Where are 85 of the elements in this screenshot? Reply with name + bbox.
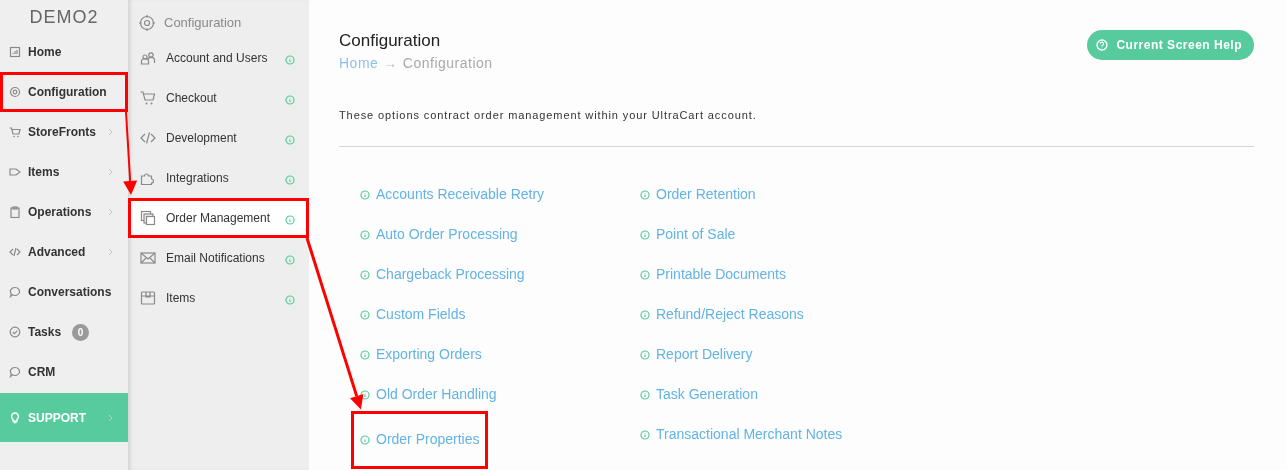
page-title: Configuration [339, 30, 442, 52]
info-icon [360, 434, 370, 445]
info-icon [285, 255, 295, 265]
config-link[interactable]: Old Order Handling [360, 374, 497, 415]
info-icon [360, 349, 370, 360]
envelope-icon [140, 250, 156, 266]
config-link[interactable]: Transactional Merchant Notes [640, 414, 843, 455]
submenu-item[interactable]: Integrations [128, 158, 309, 198]
chart-icon [9, 46, 21, 58]
sidebar-item[interactable]: Home [0, 32, 128, 72]
chat-bubble-icon [9, 366, 21, 378]
breadcrumb-separator: → [383, 54, 398, 73]
info-icon [640, 389, 650, 400]
sidebar-item[interactable]: Configuration [0, 72, 128, 112]
sidebar-item[interactable]: Items [0, 152, 128, 192]
config-link[interactable]: Custom Fields [360, 294, 466, 335]
submenu-title: Configuration [164, 14, 242, 33]
info-icon [640, 309, 650, 320]
chevron-right-icon [108, 248, 114, 256]
sidebar-item[interactable]: Conversations [0, 272, 128, 312]
cart-icon [9, 126, 21, 138]
info-icon [640, 189, 650, 200]
info-icon [640, 429, 650, 440]
submenu-item[interactable]: Order Management [128, 198, 309, 238]
info-icon [285, 215, 295, 225]
submenu-item[interactable]: Items [128, 278, 309, 318]
count-badge: 0 [72, 323, 90, 341]
description-text: These options contract order management within your UltraCart account. [339, 108, 758, 123]
sidebar-item[interactable]: CRM [0, 352, 128, 392]
box-icon [140, 290, 156, 306]
submenu-item[interactable]: Development [128, 118, 309, 158]
check-circle-icon [9, 326, 21, 338]
config-link[interactable]: Refund/Reject Reasons [640, 294, 804, 335]
config-link[interactable]: Auto Order Processing [360, 214, 518, 255]
info-icon [640, 349, 650, 360]
info-icon [360, 189, 370, 200]
settings-icon [9, 86, 21, 98]
cart-icon [140, 90, 156, 106]
puzzle-icon [140, 170, 156, 186]
chevron-right-icon [108, 168, 114, 176]
submenu-item[interactable]: Checkout [128, 78, 309, 118]
info-icon [640, 269, 650, 280]
config-link[interactable]: Task Generation [640, 374, 758, 415]
info-icon [285, 135, 295, 145]
sidebar-item[interactable]: StoreFronts [0, 112, 128, 152]
info-icon [360, 229, 370, 240]
info-icon [360, 269, 370, 280]
config-link[interactable]: Order Retention [640, 174, 756, 215]
chevron-right-icon [108, 413, 114, 422]
info-icon [360, 389, 370, 400]
lightbulb-icon [9, 411, 21, 424]
sidebar-item[interactable]: Tasks 0 [0, 312, 128, 352]
code-icon [140, 130, 156, 146]
info-icon [285, 55, 295, 65]
tag-icon [9, 166, 21, 178]
config-link[interactable]: Accounts Receivable Retry [360, 174, 545, 215]
config-link[interactable]: Order Properties [360, 419, 480, 460]
sidebar-item[interactable]: SUPPORT [0, 393, 128, 442]
users-icon [140, 50, 156, 66]
info-icon [360, 309, 370, 320]
help-button[interactable]: Current Screen Help [1087, 30, 1254, 60]
config-link[interactable]: Point of Sale [640, 214, 736, 255]
sidebar-item[interactable]: Operations [0, 192, 128, 232]
chevron-right-icon [108, 128, 114, 136]
info-icon [285, 95, 295, 105]
info-icon [285, 175, 295, 185]
copy-icon [140, 210, 156, 226]
brand-name: DEMO2 [28, 6, 100, 28]
config-link[interactable]: Chargeback Processing [360, 254, 525, 295]
help-icon [1096, 39, 1109, 51]
submenu-item[interactable]: Account and Users [128, 38, 309, 78]
chevron-right-icon [108, 208, 114, 216]
submenu-item[interactable]: Email Notifications [128, 238, 309, 278]
config-link[interactable]: Printable Documents [640, 254, 786, 295]
clipboard-icon [9, 206, 21, 218]
breadcrumb-current: Configuration [402, 54, 493, 73]
config-link[interactable]: Report Delivery [640, 334, 753, 375]
chat-bubble-icon [9, 286, 21, 298]
settings-icon [138, 14, 156, 32]
breadcrumb-link[interactable]: Home [339, 52, 379, 74]
config-link[interactable]: Exporting Orders [360, 334, 482, 375]
sidebar-item[interactable]: Advanced [0, 232, 128, 272]
info-icon [285, 295, 295, 305]
code-icon [9, 246, 21, 258]
info-icon [640, 229, 650, 240]
